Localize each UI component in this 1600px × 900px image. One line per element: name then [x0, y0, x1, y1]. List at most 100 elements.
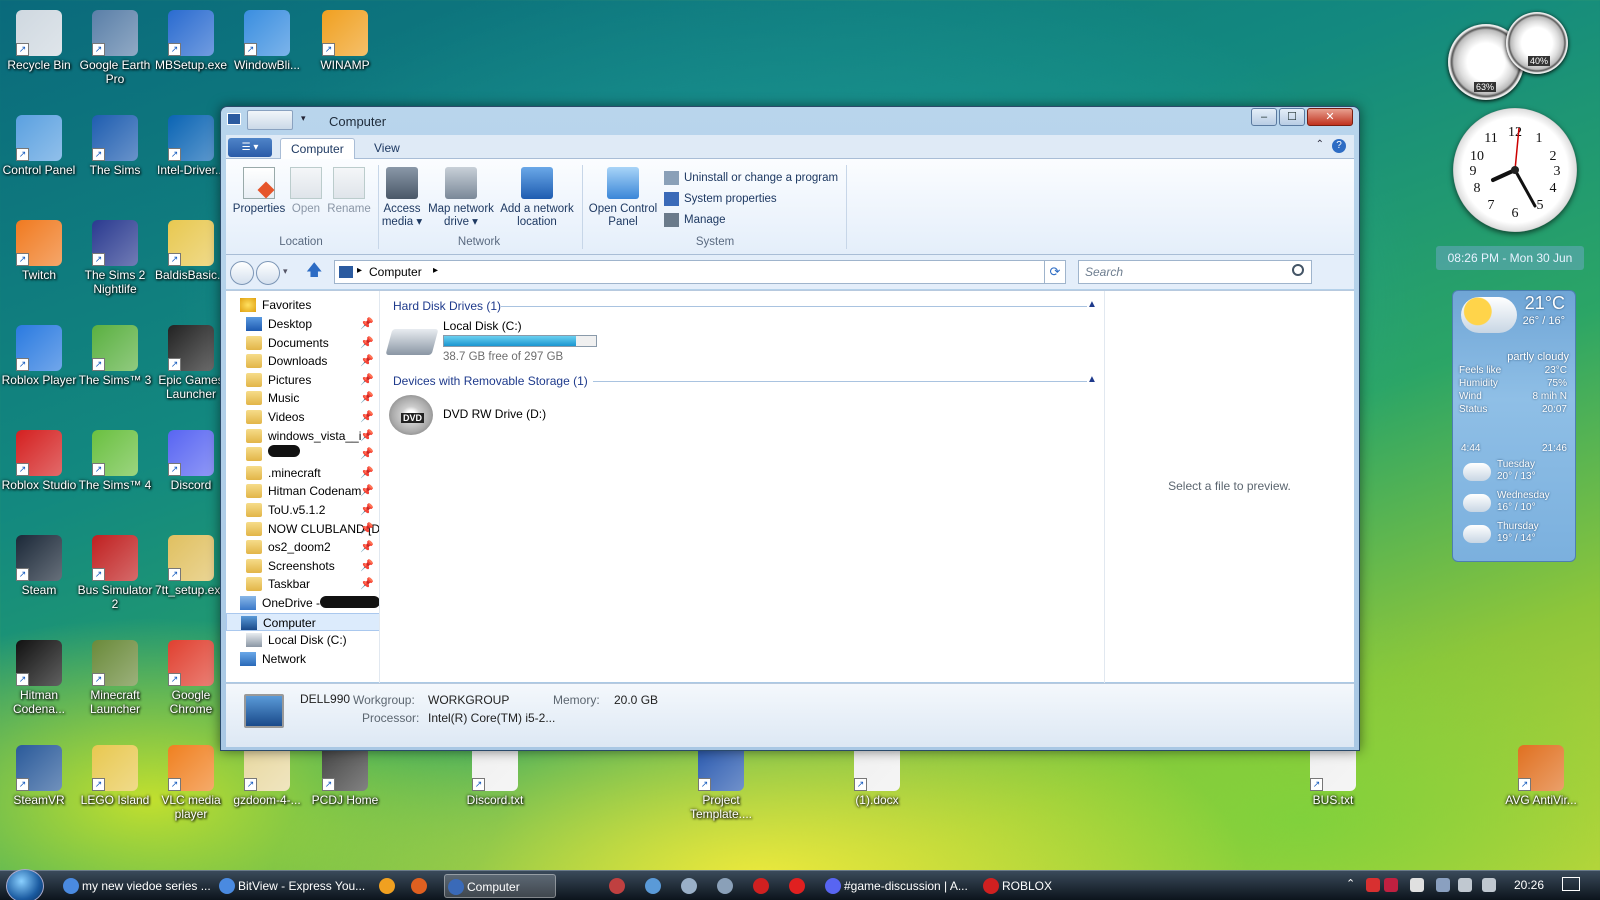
back-button[interactable]: [230, 261, 254, 285]
desktop-icon[interactable]: ↗ Roblox Player: [0, 325, 78, 387]
desktop-icon[interactable]: ↗ The Sims: [76, 115, 154, 177]
collapse-chevron-icon[interactable]: ▲: [1087, 374, 1097, 385]
map-network-drive-button[interactable]: Map network drive ▾: [426, 167, 496, 229]
quick-access-toolbar[interactable]: [247, 110, 293, 130]
clock-time[interactable]: 20:26: [1514, 878, 1544, 892]
access-media-button[interactable]: Access media ▾: [380, 167, 424, 229]
address-chevron-icon[interactable]: ▸: [433, 265, 438, 276]
desktop-icon[interactable]: ↗ MBSetup.exe: [152, 10, 230, 72]
pin-icon[interactable]: 📌: [360, 374, 374, 386]
nav-folder-item[interactable]: 📌: [226, 445, 379, 463]
flag-icon[interactable]: [1436, 878, 1450, 892]
pin-icon[interactable]: 📌: [360, 355, 374, 367]
desktop-icon[interactable]: ↗ 7tt_setup.exe: [152, 535, 230, 597]
desktop-icon[interactable]: ↗ WINAMP: [306, 10, 384, 72]
help-icon[interactable]: ?: [1332, 139, 1346, 153]
pin-icon[interactable]: 📌: [360, 560, 374, 572]
taskbar-button[interactable]: [642, 874, 666, 898]
taskbar-button[interactable]: [750, 874, 774, 898]
pin-icon[interactable]: 📌: [360, 504, 374, 516]
desktop-icon[interactable]: ↗ (1).docx: [838, 745, 916, 807]
desktop-icon[interactable]: ↗ Control Panel: [0, 115, 78, 177]
volume-icon[interactable]: [1410, 878, 1424, 892]
battery-icon[interactable]: [1458, 878, 1472, 892]
desktop-icon[interactable]: ↗ AVG AntiVir...: [1502, 745, 1580, 807]
pin-icon[interactable]: 📌: [360, 411, 374, 423]
weather-gadget[interactable]: 21°C 26° / 16° partly cloudy Feels like 2…: [1452, 290, 1576, 562]
file-menu-button[interactable]: ☰ ▾: [228, 138, 272, 157]
antivirus-tray-icon[interactable]: [1366, 878, 1380, 892]
navigation-pane[interactable]: Favorites Desktop 📌 Documents 📌 Downloads 📌 Pic…: [226, 291, 380, 683]
nav-local-disk[interactable]: Local Disk (C:): [226, 631, 379, 649]
taskbar-button[interactable]: ROBLOX: [980, 874, 1090, 898]
show-hidden-icons[interactable]: ⌃: [1346, 877, 1355, 890]
nav-favorites[interactable]: Favorites: [226, 296, 379, 314]
pin-icon[interactable]: 📌: [360, 467, 374, 479]
desktop-icon[interactable]: ↗ Google Chrome: [152, 640, 230, 716]
desktop-icon[interactable]: ↗ The Sims™ 3: [76, 325, 154, 387]
pin-icon[interactable]: 📌: [360, 430, 374, 442]
nav-folder-item[interactable]: Screenshots 📌: [226, 557, 379, 575]
desktop-icon[interactable]: ↗ The Sims 2 Nightlife: [76, 220, 154, 296]
refresh-button[interactable]: ⟳: [1044, 260, 1066, 284]
search-input[interactable]: Search: [1078, 260, 1312, 284]
taskbar-button[interactable]: my new viedoe series ...: [60, 874, 210, 898]
pin-icon[interactable]: 📌: [360, 392, 374, 404]
desktop-icon[interactable]: ↗ VLC media player: [152, 745, 230, 821]
pin-icon[interactable]: 📌: [360, 448, 374, 460]
minimize-ribbon-icon[interactable]: ⌃: [1316, 139, 1324, 150]
desktop-icon[interactable]: ↗ SteamVR: [0, 745, 78, 807]
desktop-icon[interactable]: ↗ Hitman Codena...: [0, 640, 78, 716]
taskbar-button[interactable]: Computer: [444, 874, 556, 898]
nav-folder-item[interactable]: Documents 📌: [226, 334, 379, 352]
manage-button[interactable]: Manage: [664, 213, 726, 227]
drive-d-item[interactable]: DVD DVD RW Drive (D:): [389, 393, 589, 437]
tab-computer[interactable]: Computer: [280, 138, 355, 159]
open-button[interactable]: Open: [288, 167, 324, 216]
nav-folder-item[interactable]: Downloads 📌: [226, 352, 379, 370]
close-button[interactable]: ✕: [1307, 108, 1353, 126]
qat-dropdown-icon[interactable]: ▾: [301, 113, 306, 124]
start-button[interactable]: [6, 869, 44, 900]
desktop-icon[interactable]: ↗ Project Template....: [682, 745, 760, 821]
recent-locations-icon[interactable]: ▾: [283, 266, 288, 277]
desktop-icon[interactable]: ↗ LEGO Island: [76, 745, 154, 807]
maximize-button[interactable]: ☐: [1279, 108, 1305, 126]
desktop-icon[interactable]: ↗ The Sims™ 4: [76, 430, 154, 492]
desktop-icon[interactable]: ↗ PCDJ Home: [306, 745, 384, 807]
add-network-location-button[interactable]: Add a network location: [498, 167, 576, 229]
nav-folder-item[interactable]: .minecraft 📌: [226, 464, 379, 482]
taskbar-button[interactable]: #game-discussion | A...: [822, 874, 974, 898]
pin-icon[interactable]: 📌: [360, 523, 374, 535]
desktop-icon[interactable]: ↗ Intel-Driver...: [152, 115, 230, 177]
address-crumb[interactable]: Computer: [369, 265, 422, 279]
desktop-icon[interactable]: ↗ Roblox Studio: [0, 430, 78, 492]
taskbar-button[interactable]: BitView - Express You...: [216, 874, 372, 898]
taskbar-button[interactable]: [786, 874, 810, 898]
action-center-icon[interactable]: [1482, 878, 1496, 892]
collapse-chevron-icon[interactable]: ▲: [1087, 299, 1097, 310]
desktop-icon[interactable]: ↗ Twitch: [0, 220, 78, 282]
nav-folder-item[interactable]: Pictures 📌: [226, 371, 379, 389]
pin-icon[interactable]: 📌: [360, 485, 374, 497]
tab-view[interactable]: View: [364, 138, 410, 159]
properties-button[interactable]: Properties: [232, 167, 286, 216]
desktop-icon[interactable]: ↗ WindowBli...: [228, 10, 306, 72]
desktop-icon[interactable]: ↗ Epic Games Launcher: [152, 325, 230, 401]
desktop-icon[interactable]: ↗ Discord: [152, 430, 230, 492]
desktop-icon[interactable]: ↗ Recycle Bin: [0, 10, 78, 72]
taskbar-button[interactable]: [678, 874, 702, 898]
desktop-icon[interactable]: ↗ Discord.txt: [456, 745, 534, 807]
open-control-panel-button[interactable]: Open Control Panel: [586, 167, 660, 229]
taskbar-button[interactable]: [408, 874, 432, 898]
removable-group-header[interactable]: Devices with Removable Storage (1): [393, 374, 588, 388]
taskbar-button[interactable]: [606, 874, 630, 898]
desktop-icon[interactable]: ↗ Google Earth Pro: [76, 10, 154, 86]
nav-folder-item[interactable]: windows_vista__i 📌: [226, 427, 379, 445]
up-arrow-icon[interactable]: 🡅: [306, 263, 322, 279]
nav-folder-item[interactable]: Hitman Codenam 📌: [226, 482, 379, 500]
nav-folder-item[interactable]: NOW CLUBLAND [Di 📌: [226, 520, 379, 538]
desktop-icon[interactable]: ↗ BaldisBasic...: [152, 220, 230, 282]
cpu-meter-gadget[interactable]: 63% 40%: [1448, 12, 1578, 100]
taskbar-button[interactable]: [376, 874, 400, 898]
